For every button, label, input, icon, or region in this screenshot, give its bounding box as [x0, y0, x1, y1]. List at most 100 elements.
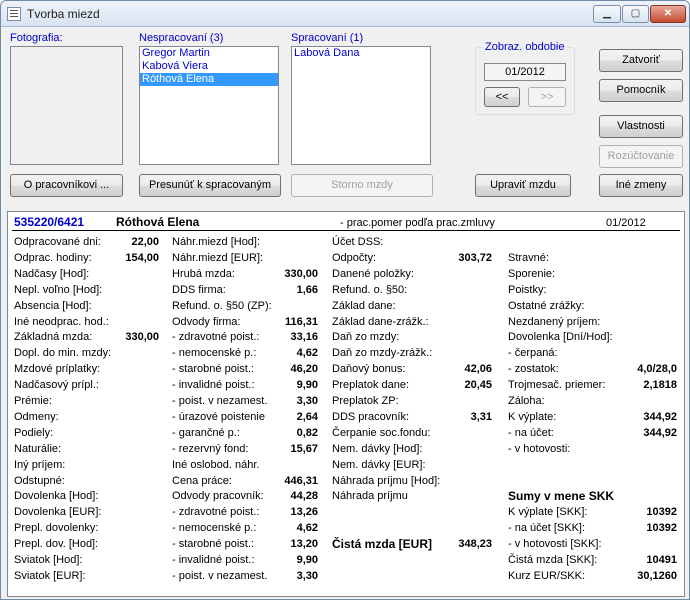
col2-label: Náhr.miezd [Hod]: [172, 236, 261, 248]
nespracovani-label: Nespracovaní (3) [139, 32, 224, 44]
col2-label: Cena práce: [172, 474, 232, 487]
col3-label: Preplatok dane: [332, 379, 410, 392]
col1-label: Odmeny: [14, 410, 59, 423]
nespracovani-list[interactable]: Gregor Martin Kabová Viera Róthová Elena [139, 46, 279, 165]
col4-label: Sporenie: [508, 267, 556, 280]
cista-mzda-value: 348,23 [458, 538, 492, 551]
col1-label: Prémie: [14, 395, 52, 407]
col3-label: Náhrada príjmu [332, 490, 408, 503]
col3-label: Odpočty: [332, 251, 377, 264]
col1-label: Prepl. dovolenky: [14, 522, 99, 535]
col4-label: Stravné: [508, 251, 549, 264]
list-item[interactable]: Labová Dana [292, 47, 430, 60]
o-pracovnikovi-button[interactable]: O pracovníkovi ... [10, 174, 123, 197]
upravit-mzdu-button[interactable]: Upraviť mzdu [475, 174, 571, 197]
col2-label: Refund. o. §50 (ZP): [172, 299, 272, 312]
col3-value: 42,06 [464, 363, 492, 376]
col2-label: - rezervný fond: [172, 442, 249, 455]
detail-period: 01/2012 [606, 217, 646, 229]
col3-label: Účet DSS: [332, 236, 384, 248]
employee-name: Róthová Elena [116, 215, 200, 229]
col2-label: Iné oslobod. náhr. [172, 458, 260, 471]
list-item[interactable]: Gregor Martin [140, 47, 278, 60]
skk-label: - na účet [SKK]: [508, 522, 586, 535]
col3-label: Náhrada príjmu [Hod]: [332, 474, 441, 487]
zatvorit-button[interactable]: Zatvoriť [599, 49, 683, 72]
pomocnik-button[interactable]: Pomocník [599, 79, 683, 102]
ine-zmeny-button[interactable]: Iné zmeny [599, 174, 683, 197]
skk-label: Kurz EUR/SKK: [508, 569, 586, 582]
payroll-detail-panel: 535220/6421 Róthová Elena - prac.pomer p… [7, 211, 685, 597]
col4-label: Dovolenka [Dní/Hod]: [508, 331, 613, 344]
col2-label: Hrubá mzda: [172, 267, 235, 280]
col1-label: Absencia [Hod]: [14, 299, 92, 312]
col1-label: Iný príjem: [14, 458, 66, 471]
spracovani-list[interactable]: Labová Dana [291, 46, 431, 165]
col3-label: Daň zo mzdy: [332, 331, 400, 344]
col2-value: 3,30 [296, 569, 318, 582]
col4-label: Ostatné zrážky: [508, 299, 585, 312]
col2-value: 330,00 [284, 267, 318, 280]
maximize-icon: ▢ [630, 8, 641, 19]
list-item[interactable]: Kabová Viera [140, 60, 278, 73]
skk-value: 10392 [646, 506, 677, 519]
col1-value: 22,00 [131, 236, 159, 248]
col4-value: 344,92 [643, 410, 677, 423]
vlastnosti-button[interactable]: Vlastnosti [599, 115, 683, 138]
col2-value: 116,31 [284, 315, 318, 328]
prev-period-button[interactable]: << [484, 87, 520, 107]
col4-label: K výplate: [508, 410, 557, 423]
col1-label: Dopl. do min. mzdy: [14, 347, 112, 360]
col2-value: 1,66 [296, 283, 318, 296]
col1-label: Odstupné: [14, 474, 65, 487]
col1-label: Mzdové príplatky: [14, 363, 101, 376]
minimize-button[interactable]: ▁ [593, 5, 621, 23]
app-icon [7, 7, 21, 21]
col2-label: - garančné p.: [172, 426, 240, 439]
next-period-button[interactable]: >> [528, 87, 566, 107]
col1-label: Iné neodprac. hod.: [14, 315, 109, 328]
col1-label: Prepl. dov. [Hod]: [14, 538, 99, 551]
col1-label: Nadčasy [Hod]: [14, 267, 90, 280]
col3-label: Čerpanie soc.fondu: [332, 426, 431, 439]
col3-label: DDS pracovník: [332, 410, 410, 423]
col1-value: 154,00 [125, 251, 159, 264]
col3-label: Základ dane: [332, 299, 396, 312]
col4-label: - v hotovosti: [508, 442, 571, 455]
col2-label: Odvody firma: [172, 315, 241, 328]
col2-value: 33,16 [290, 331, 318, 344]
col2-value: 46,20 [290, 363, 318, 376]
list-item[interactable]: Róthová Elena [140, 73, 278, 86]
col1-label: Nepl. voľno [Hod]: [14, 283, 103, 296]
app-window: Tvorba miezd ▁ ▢ ✕ Fotografia: Nespracov… [0, 0, 690, 600]
col3-label: Danené položky: [332, 267, 414, 280]
col4-label: - na účet: [508, 426, 554, 439]
col4-label: Nezdanený príjem: [508, 315, 601, 328]
maximize-button[interactable]: ▢ [622, 5, 649, 23]
presunut-button[interactable]: Presunúť k spracovaným [139, 174, 281, 197]
minimize-icon: ▁ [603, 8, 611, 19]
fotografia-label: Fotografia: [10, 32, 63, 44]
close-button[interactable]: ✕ [650, 5, 686, 23]
close-icon: ✕ [663, 8, 673, 19]
col3-value: 20,45 [464, 379, 492, 392]
col1-label: Dovolenka [EUR]: [14, 506, 102, 519]
title-bar: Tvorba miezd ▁ ▢ ✕ [1, 1, 689, 27]
col2-value: 446,31 [284, 474, 318, 487]
skk-label: - v hotovosti [SKK]: [508, 538, 602, 551]
skk-label: Čistá mzda [SKK]: [508, 554, 598, 566]
col2-value: 9,90 [296, 379, 318, 392]
rozuctovanie-button[interactable]: Rozúčtovanie [599, 145, 683, 168]
col1-label: Sviatok [Hod]: [14, 554, 83, 566]
skk-value: 30,1260 [637, 569, 677, 582]
col3-value: 303,72 [458, 251, 492, 264]
header-divider [12, 230, 680, 231]
col4-label: Záloha: [508, 395, 545, 407]
col3-label: Daň zo mzdy-zrážk.: [332, 347, 433, 360]
col1-label: Dovolenka [Hod]: [14, 490, 99, 503]
col2-value: 4,62 [296, 347, 318, 360]
storno-mzdy-button[interactable]: Storno mzdy [291, 174, 433, 197]
col4-label: Trojmesač. priemer: [508, 379, 606, 392]
col1-label: Nadčasový prípl.: [14, 379, 99, 392]
skk-value: 10392 [646, 522, 677, 535]
